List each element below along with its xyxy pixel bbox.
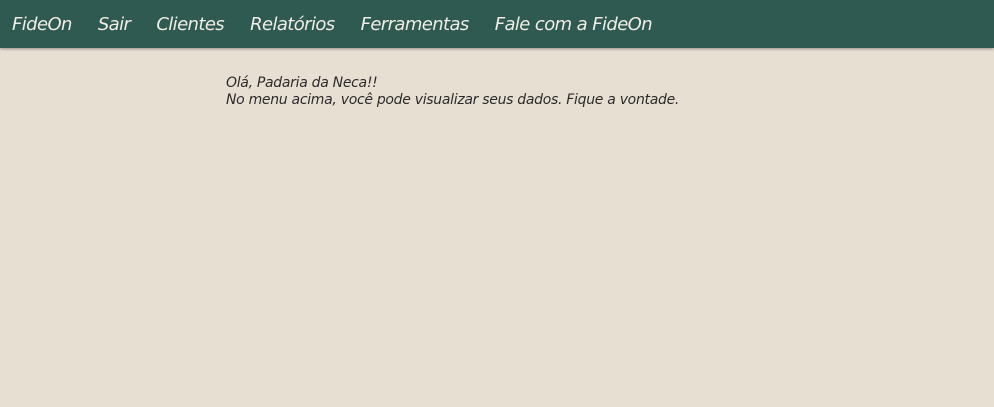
welcome-content: Olá, Padaria da Neca!! No menu acima, vo… [226, 75, 679, 109]
nav-item-sair[interactable]: Sair [98, 14, 131, 35]
greeting-text: Olá, Padaria da Neca!! [226, 75, 378, 91]
nav-item-ferramentas[interactable]: Ferramentas [361, 14, 470, 35]
welcome-message: No menu acima, você pode visualizar seus… [226, 92, 680, 108]
brand-link[interactable]: FideOn [12, 14, 72, 35]
nav-item-fale-com-fideon[interactable]: Fale com a FideOn [495, 14, 653, 35]
nav-item-relatorios[interactable]: Relatórios [250, 14, 335, 35]
top-navbar: FideOn Sair Clientes Relatórios Ferramen… [0, 0, 994, 48]
nav-item-clientes[interactable]: Clientes [156, 14, 224, 35]
